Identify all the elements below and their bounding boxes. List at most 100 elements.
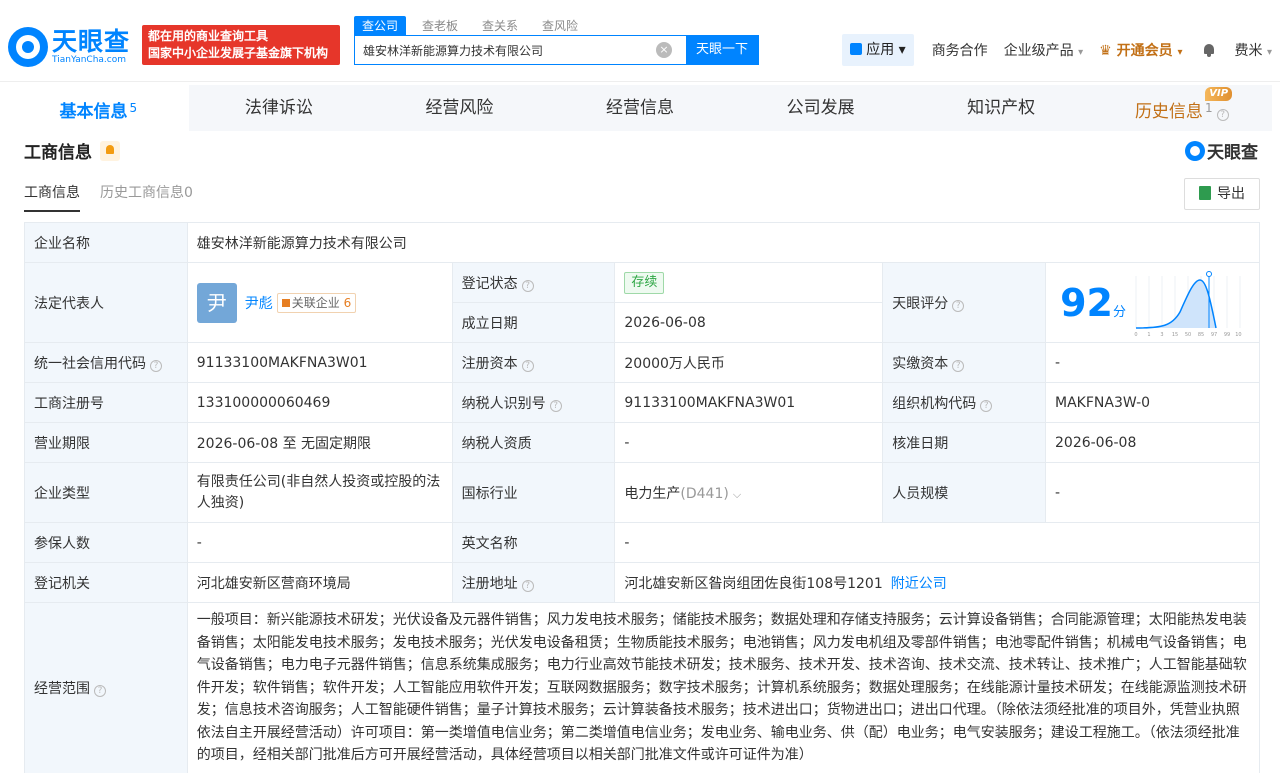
help-icon[interactable]: ? <box>952 299 965 312</box>
approve-date-value: 2026-06-08 <box>1045 422 1260 463</box>
est-date-label: 成立日期 <box>451 302 616 343</box>
search-input[interactable] <box>355 36 656 64</box>
help-icon[interactable]: ? <box>952 359 965 372</box>
brand-text: 天眼查 <box>1207 143 1258 163</box>
help-icon[interactable]: ? <box>549 399 562 412</box>
score-axis-tick: 1 <box>1147 332 1150 338</box>
scope-value: 一般项目：新兴能源技术研发；光伏设备及元器件销售；风力发电技术服务；储能技术服务… <box>186 602 1261 773</box>
address-value: 河北雄安新区昝岗组团佐良街108号1201 <box>624 575 883 592</box>
tab-history-label: 历史信息 <box>1134 102 1203 122</box>
slogan-line-1: 都在用的商业查询工具 <box>148 29 269 43</box>
help-icon[interactable]: ? <box>521 359 534 372</box>
en-name-label: 英文名称 <box>451 522 616 563</box>
avatar[interactable]: 尹 <box>196 282 237 323</box>
tab-history[interactable]: 历史信息 1? VIP <box>1091 85 1272 131</box>
term-label: 营业期限 <box>24 422 188 463</box>
logo-domain: TianYanCha.com <box>52 55 127 65</box>
help-icon[interactable]: ? <box>521 579 534 592</box>
search-tab-boss[interactable]: 查老板 <box>414 16 466 35</box>
monitor-bell-icon[interactable] <box>100 140 120 161</box>
apps-button[interactable]: 应用 ▾ <box>842 34 914 66</box>
export-button[interactable]: 导出 <box>1184 178 1260 210</box>
tab-basic-info[interactable]: 基本信息 5 <box>8 85 189 131</box>
score-axis-tick: 3 <box>1160 332 1163 338</box>
related-label: 关联企业 <box>291 295 340 310</box>
taxpayer-qual-value: - <box>614 422 884 463</box>
help-icon[interactable]: ? <box>150 359 162 372</box>
insured-value: - <box>186 522 453 563</box>
help-icon[interactable]: ? <box>94 684 106 697</box>
chevron-down-icon: ⌵ <box>732 487 742 501</box>
type-value: 有限责任公司(非自然人投资或控股的法人独资) <box>186 462 453 523</box>
table-row: 企业名称 雄安林洋新能源算力技术有限公司 <box>24 222 1261 263</box>
reg-status-cell: 存续 <box>614 262 884 303</box>
search-tab-risk[interactable]: 查风险 <box>534 16 586 35</box>
search-button[interactable]: 天眼一下 <box>686 36 758 64</box>
paid-capital-value: - <box>1045 342 1260 383</box>
table-row: 统一社会信用代码? 91133100MAKFNA3W01 注册资本? 20000… <box>24 342 1260 383</box>
org-code-label: 组织机构代码? <box>882 382 1046 423</box>
score-label: 天眼评分? <box>882 262 1046 343</box>
search-tab-company[interactable]: 查公司 <box>354 16 407 35</box>
help-icon[interactable]: ? <box>521 279 534 292</box>
section-title-text: 工商信息 <box>24 143 92 163</box>
search-tab-relation[interactable]: 查关系 <box>474 16 526 35</box>
score-axis-tick: 99 <box>1224 332 1230 338</box>
main-tabs: 基本信息 5 法律诉讼 经营风险 经营信息 公司发展 知识产权 历史信息 1? VIP <box>8 85 1272 131</box>
legal-rep-cell: 尹尹彪 关联企业 6 <box>186 262 453 343</box>
score-label-text: 天眼评分 <box>892 295 949 312</box>
tab-operating-info[interactable]: 经营信息 <box>550 85 731 131</box>
table-row: 企业类型 有限责任公司(非自然人投资或控股的法人独资) 国标行业 电力生产(D4… <box>24 462 1260 523</box>
slogan-banner[interactable]: 都在用的商业查询工具 国家中小企业发展子基金旗下机构 <box>142 25 340 65</box>
tab-operating-risk[interactable]: 经营风险 <box>369 85 550 131</box>
apps-grid-icon <box>850 43 863 55</box>
logo-eye-icon <box>8 27 48 67</box>
nav-business-cooperation[interactable]: 商务合作 <box>932 40 988 60</box>
subtab-history-business-info[interactable]: 历史工商信息0 <box>100 182 193 212</box>
open-vip-button[interactable]: ♛ 开通会员 ▾ <box>1099 40 1182 60</box>
score-marker-dot <box>1206 270 1212 277</box>
related-companies-badge[interactable]: 关联企业 6 <box>276 292 357 313</box>
authority-label: 登记机关 <box>24 562 188 603</box>
legal-rep-link[interactable]: 尹彪 <box>245 296 273 312</box>
help-icon[interactable]: ? <box>980 399 993 412</box>
table-row: 参保人数 - 英文名称 - <box>24 522 1260 563</box>
logo-text: 天眼查 <box>52 27 131 56</box>
score-axis-tick: 0 <box>1134 332 1137 338</box>
tab-development[interactable]: 公司发展 <box>730 85 911 131</box>
tab-count: 5 <box>129 101 138 115</box>
tab-legal[interactable]: 法律诉讼 <box>189 85 370 131</box>
subtab-business-info[interactable]: 工商信息 <box>24 182 80 212</box>
score-curve-fill <box>1136 279 1216 328</box>
user-menu[interactable]: 费米 ▾ <box>1235 40 1272 60</box>
chevron-down-icon: ▾ <box>1177 47 1183 58</box>
industry-label: 国标行业 <box>451 462 616 523</box>
notification-bell-icon[interactable] <box>1201 42 1217 58</box>
nav-enterprise-products[interactable]: 企业级产品 ▾ <box>1004 40 1083 60</box>
industry-value[interactable]: 电力生产(D441) ⌵ <box>614 462 884 523</box>
term-value: 2026-06-08 至 无固定期限 <box>186 422 453 463</box>
right-nav: 应用 ▾ 商务合作 企业级产品 ▾ ♛ 开通会员 ▾ 费米 ▾ <box>842 34 1280 66</box>
taxpayer-id-label-text: 纳税人识别号 <box>461 395 546 412</box>
nearby-companies-link[interactable]: 附近公司 <box>891 576 947 592</box>
taxpayer-id-label: 纳税人识别号? <box>451 382 616 423</box>
chevron-down-icon: ▾ <box>1078 47 1084 58</box>
authority-value: 河北雄安新区营商环境局 <box>186 562 453 603</box>
score-axis-tick: 97 <box>1211 332 1217 338</box>
score-cell[interactable]: 92分 0 1 3 15 50 85 97 99 100 <box>1045 262 1260 343</box>
link-icon <box>281 298 290 307</box>
industry-code: (D441) <box>680 485 729 502</box>
excel-icon <box>1199 186 1211 200</box>
tab-ip[interactable]: 知识产权 <box>911 85 1092 131</box>
credit-code-label: 统一社会信用代码? <box>24 342 188 383</box>
score-axis-tick: 100 <box>1235 332 1242 338</box>
address-label-text: 注册地址 <box>461 575 518 592</box>
clear-icon[interactable]: × <box>656 42 672 58</box>
reg-status-label: 登记状态? <box>451 262 616 303</box>
apps-label: 应用 <box>866 42 895 58</box>
sub-tabs: 工商信息 历史工商信息0 <box>24 182 213 212</box>
taxpayer-qual-label: 纳税人资质 <box>451 422 616 463</box>
export-label: 导出 <box>1217 186 1245 202</box>
logo[interactable]: 天眼查 TianYanCha.com <box>8 27 130 67</box>
credit-code-label-text: 统一社会信用代码 <box>34 355 146 372</box>
